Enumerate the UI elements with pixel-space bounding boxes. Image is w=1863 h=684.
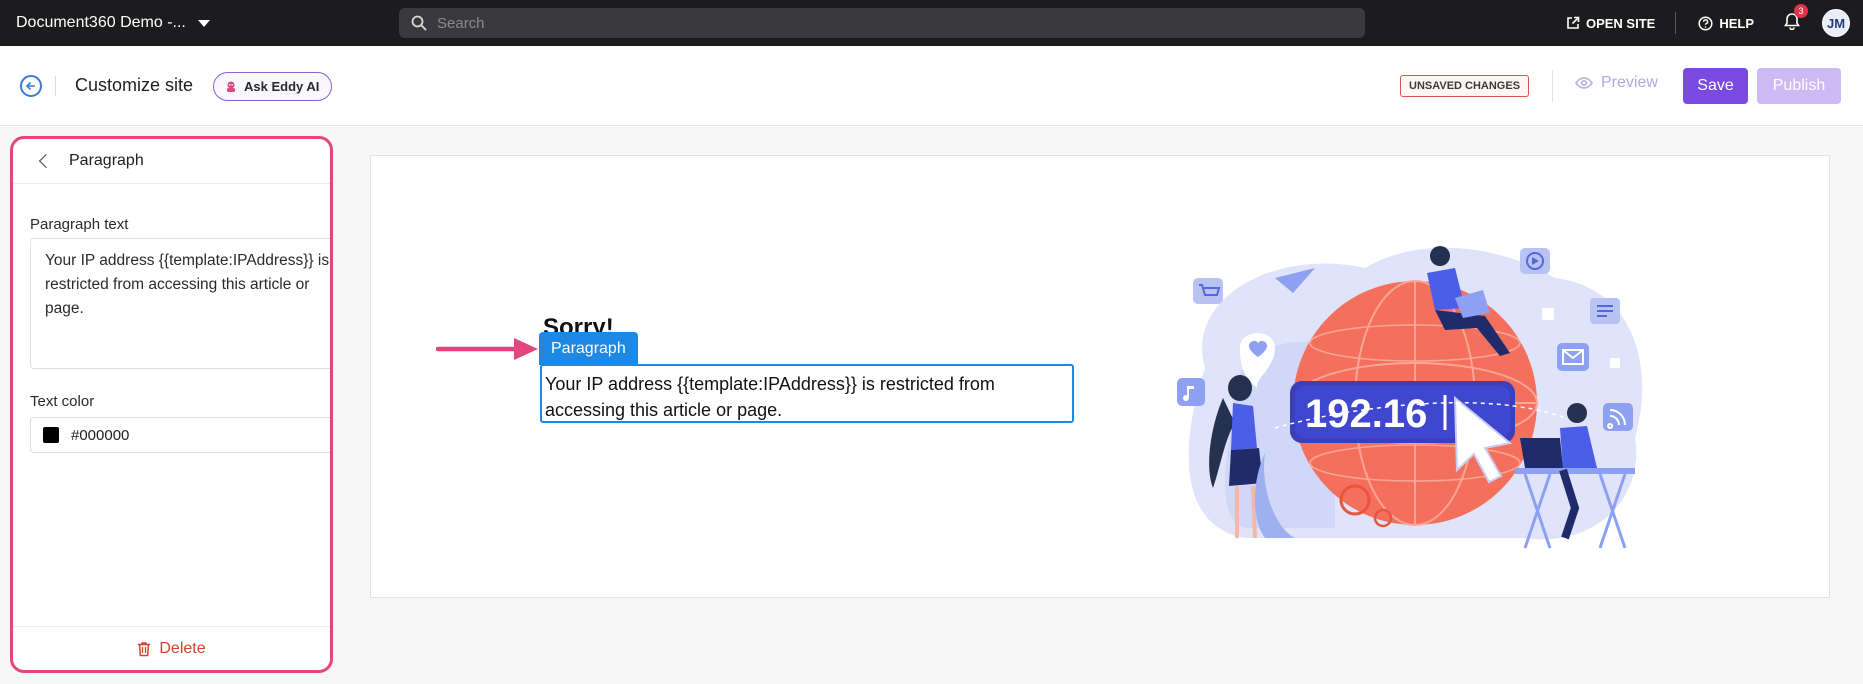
text-color-field[interactable]: #000000 [30, 417, 330, 453]
preview-button[interactable]: Preview [1575, 74, 1658, 92]
text-color-label: Text color [30, 393, 95, 410]
ip-address-text: 192.16 [1305, 392, 1427, 436]
delete-button[interactable]: Delete [13, 626, 330, 670]
ask-eddy-button[interactable]: Ask Eddy AI [213, 72, 333, 101]
delete-label: Delete [159, 639, 206, 657]
help-label: HELP [1719, 15, 1754, 31]
color-swatch[interactable] [43, 427, 59, 443]
text-color-value: #000000 [71, 426, 130, 444]
paragraph-block-tag: Paragraph [539, 332, 638, 365]
arrow-left-icon [25, 81, 35, 91]
sorry-heading[interactable]: Sorry! [543, 314, 614, 334]
search-bar[interactable] [399, 8, 1365, 38]
panel-header: Paragraph [13, 139, 330, 184]
trash-icon [138, 641, 151, 656]
back-button[interactable] [20, 75, 42, 97]
pointer-arrow-icon [436, 338, 538, 360]
help-link[interactable]: HELP [1698, 16, 1754, 31]
avatar[interactable]: JM [1822, 9, 1850, 37]
notifications-button[interactable]: 3 [1784, 3, 1808, 35]
eddy-bot-icon [227, 81, 235, 92]
page-header: Customize site Ask Eddy AI UNSAVED CHANG… [0, 46, 1863, 126]
divider [55, 76, 56, 96]
divider [1552, 70, 1553, 102]
panel-title: Paragraph [69, 152, 144, 169]
unsaved-changes-badge: UNSAVED CHANGES [1400, 75, 1530, 97]
help-circle-icon [1698, 15, 1713, 31]
ip-restriction-illustration: 192.16 [1177, 246, 1643, 549]
page-title: Customize site [75, 75, 194, 95]
paragraph-text-input[interactable] [30, 238, 330, 369]
paragraph-settings-panel: Paragraph Paragraph text Text color #000… [10, 136, 333, 673]
publish-button[interactable]: Publish [1757, 68, 1841, 104]
preview-label: Preview [1601, 74, 1658, 91]
ask-eddy-label: Ask Eddy AI [244, 79, 320, 94]
open-site-link[interactable]: OPEN SITE [1566, 16, 1655, 31]
divider [1675, 12, 1677, 34]
paragraph-text-label: Paragraph text [30, 216, 129, 233]
external-link-icon [1567, 16, 1580, 29]
notification-badge: 3 [1794, 3, 1808, 18]
search-input[interactable] [437, 14, 1337, 32]
save-button[interactable]: Save [1683, 68, 1748, 104]
top-bar: Document360 Demo -... OPEN SITE HELP 3 J… [0, 0, 1863, 46]
search-icon [411, 15, 427, 31]
project-switcher[interactable]: Document360 Demo -... [16, 0, 210, 46]
paragraph-block[interactable]: Your IP address {{template:IPAddress}} i… [540, 364, 1074, 423]
chevron-left-icon[interactable] [38, 153, 54, 169]
eye-icon [1575, 77, 1593, 89]
caret-down-icon [197, 19, 210, 27]
open-site-label: OPEN SITE [1585, 15, 1656, 31]
project-name: Document360 Demo -... [16, 14, 186, 31]
